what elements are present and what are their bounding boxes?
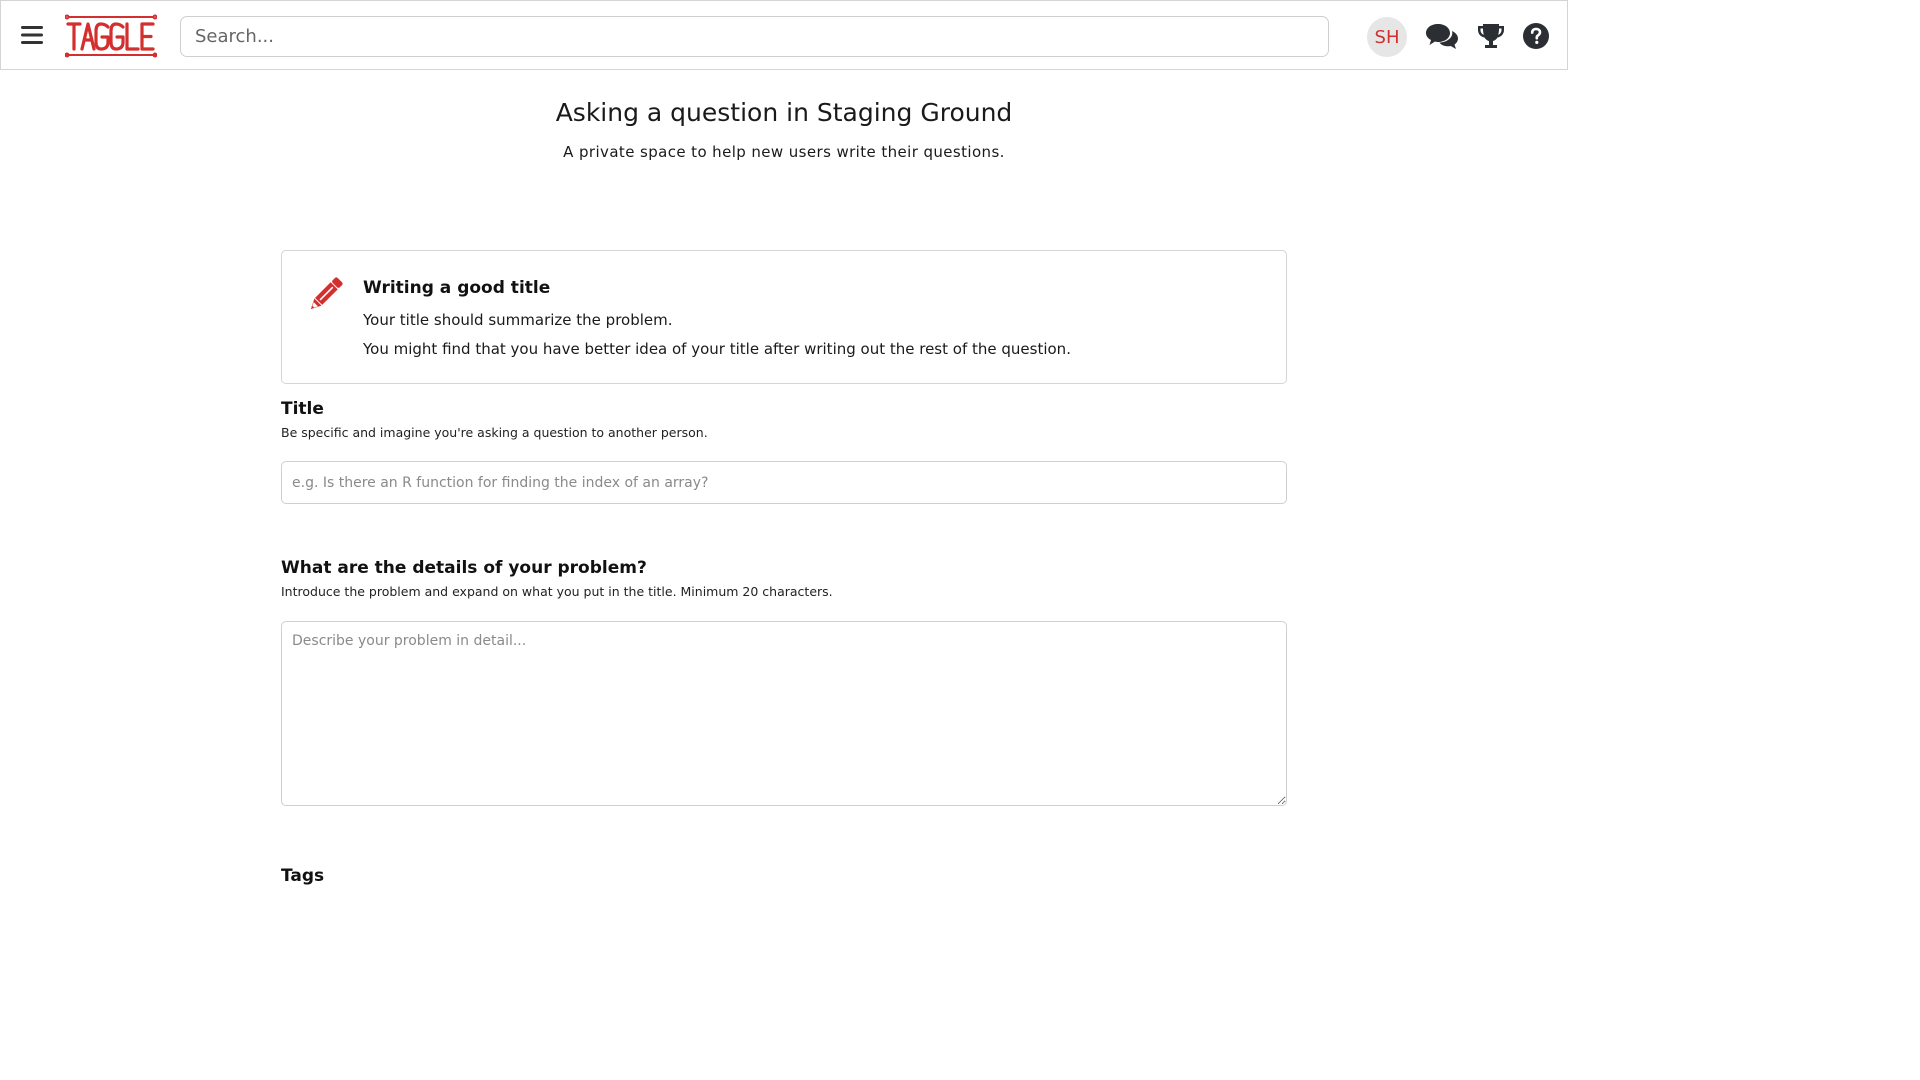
trophy-icon[interactable] [1477,21,1505,51]
page-title: Asking a question in Staging Ground [555,98,1013,127]
details-textarea[interactable] [281,621,1287,806]
pencil-icon [305,275,345,315]
page-subtitle: A private space to help new users write … [563,143,1005,161]
hamburger-menu-icon[interactable] [20,23,44,47]
top-navigation-bar: SH [0,0,1568,70]
user-avatar[interactable]: SH [1367,17,1407,57]
title-input[interactable] [281,461,1287,504]
chat-icon[interactable] [1425,21,1459,51]
help-icon[interactable] [1522,21,1550,51]
title-help-text: Be specific and imagine you're asking a … [281,425,708,440]
tip-text-line: You might find that you have better idea… [363,340,1071,358]
details-help-text: Introduce the problem and expand on what… [281,584,833,599]
tags-label: Tags [281,866,325,886]
tip-heading: Writing a good title [363,278,551,298]
search-input[interactable] [180,16,1329,57]
title-label: Title [281,399,324,419]
details-label: What are the details of your problem? [281,558,647,578]
title-tip-card: Writing a good title Your title should s… [281,250,1287,384]
tip-text-line: Your title should summarize the problem. [363,311,673,329]
taggle-logo[interactable] [64,13,158,59]
